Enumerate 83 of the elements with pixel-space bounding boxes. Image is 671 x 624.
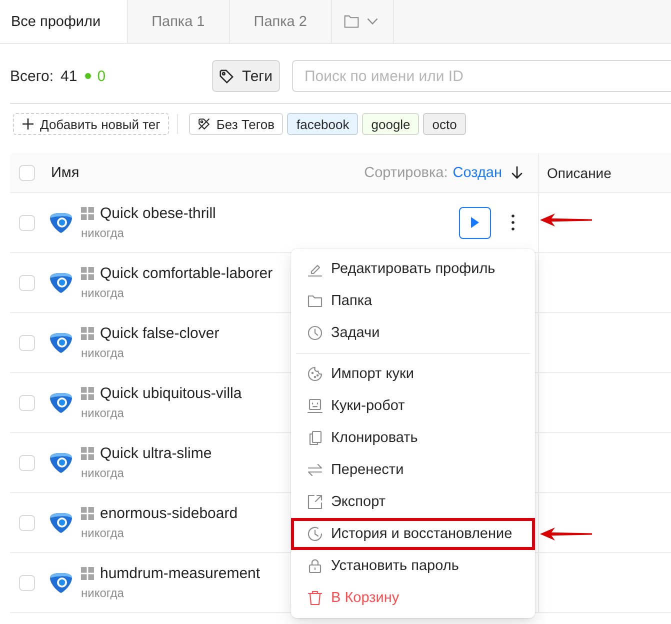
windows-icon bbox=[81, 567, 94, 580]
tag-filter[interactable]: octo bbox=[423, 113, 466, 135]
padlock-icon bbox=[307, 558, 323, 574]
checkbox[interactable] bbox=[19, 574, 35, 590]
menu-item[interactable]: Перенести bbox=[291, 454, 535, 486]
more-vertical-icon bbox=[511, 214, 515, 231]
last-run-text: никогда bbox=[81, 526, 125, 540]
checkbox[interactable] bbox=[19, 394, 35, 410]
windows-icon bbox=[81, 387, 94, 400]
last-run-text: никогда bbox=[81, 406, 125, 420]
browser-logo-icon bbox=[49, 332, 73, 354]
tag-filter[interactable]: google bbox=[362, 113, 420, 135]
checkbox[interactable] bbox=[19, 334, 35, 350]
last-run-text: никогда bbox=[81, 226, 125, 240]
history-clock-icon bbox=[307, 526, 323, 542]
browser-logo-icon bbox=[49, 272, 73, 294]
menu-item[interactable]: Задачи bbox=[291, 317, 535, 349]
profile-name: humdrum-measurement bbox=[100, 565, 260, 582]
browser-logo-icon bbox=[49, 572, 73, 594]
folder-icon bbox=[344, 15, 359, 28]
menu-item[interactable]: Установить пароль bbox=[291, 550, 535, 582]
column-header: Описание bbox=[547, 164, 612, 180]
trash-icon bbox=[307, 590, 323, 606]
menu-item[interactable]: Импорт куки bbox=[291, 358, 535, 390]
menu-item[interactable]: Экспорт bbox=[291, 486, 535, 518]
search-field[interactable]: Поиск по имени или ID bbox=[292, 60, 671, 92]
windows-icon bbox=[81, 507, 94, 520]
checkbox[interactable] bbox=[19, 274, 35, 290]
chevron-down-icon bbox=[366, 18, 378, 25]
last-run-text: никогда bbox=[81, 286, 125, 300]
last-run-text: никогда bbox=[81, 586, 125, 600]
copy-icon bbox=[307, 430, 323, 446]
windows-icon bbox=[81, 267, 94, 280]
profile-name: Quick false-clover bbox=[100, 325, 220, 342]
profile-name: enormous-sideboard bbox=[100, 505, 238, 522]
cookie-icon bbox=[307, 366, 323, 382]
menu-item[interactable]: Клонировать bbox=[291, 422, 535, 454]
browser-logo-icon bbox=[49, 212, 73, 234]
tab[interactable]: Папка 1 bbox=[128, 0, 230, 43]
total-count: 41 bbox=[60, 68, 78, 84]
last-run-text: никогда bbox=[81, 466, 125, 480]
profile-name: Quick ultra-slime bbox=[100, 445, 212, 462]
tab[interactable]: Все профили bbox=[0, 0, 128, 43]
tab[interactable]: Папка 2 bbox=[230, 0, 332, 43]
column-header: Имя bbox=[51, 164, 80, 180]
profile-name: Quick obese-thrill bbox=[100, 205, 216, 222]
checkbox[interactable] bbox=[19, 164, 35, 180]
menu-item[interactable]: Папка bbox=[291, 285, 535, 317]
browser-logo-icon bbox=[49, 392, 73, 414]
menu-item[interactable]: Редактировать профиль bbox=[291, 253, 535, 285]
sort-label: Сортировка: bbox=[364, 164, 448, 180]
add-tag-button[interactable]: Добавить новый тег bbox=[13, 113, 170, 135]
menu-item[interactable]: Куки-робот bbox=[291, 390, 535, 422]
windows-icon bbox=[81, 207, 94, 220]
windows-icon bbox=[81, 447, 94, 460]
robot-face-icon bbox=[307, 398, 323, 414]
browser-logo-icon bbox=[49, 512, 73, 534]
tag-filter[interactable]: facebook bbox=[287, 113, 358, 135]
profile-name: Quick ubiquitous-villa bbox=[100, 385, 242, 402]
clock-icon bbox=[307, 325, 323, 341]
windows-icon bbox=[81, 327, 94, 340]
checkbox[interactable] bbox=[19, 454, 35, 470]
play-button[interactable] bbox=[459, 206, 491, 238]
play-icon bbox=[471, 217, 479, 228]
last-run-text: никогда bbox=[81, 346, 125, 360]
folder-icon bbox=[307, 293, 323, 309]
status-dot-icon bbox=[85, 73, 92, 79]
tags-button[interactable]: Теги bbox=[212, 60, 280, 92]
tag-icon bbox=[219, 68, 234, 84]
browser-logo-icon bbox=[49, 452, 73, 474]
sort-field-link[interactable]: Создан bbox=[452, 164, 502, 180]
menu-item[interactable]: История и восстановление bbox=[291, 518, 535, 550]
untagged-filter[interactable]: Без Тегов bbox=[189, 113, 284, 135]
export-icon bbox=[307, 494, 323, 510]
arrow-down-icon[interactable] bbox=[511, 166, 523, 179]
swap-arrows-icon bbox=[307, 462, 323, 478]
online-count: 0 bbox=[97, 68, 106, 84]
checkbox[interactable] bbox=[19, 514, 35, 530]
profile-name: Quick comfortable-laborer bbox=[100, 265, 273, 282]
checkbox[interactable] bbox=[19, 214, 35, 230]
tag-crossed-icon bbox=[198, 118, 210, 130]
plus-icon bbox=[22, 118, 34, 130]
total-label: Всего: bbox=[10, 68, 54, 84]
